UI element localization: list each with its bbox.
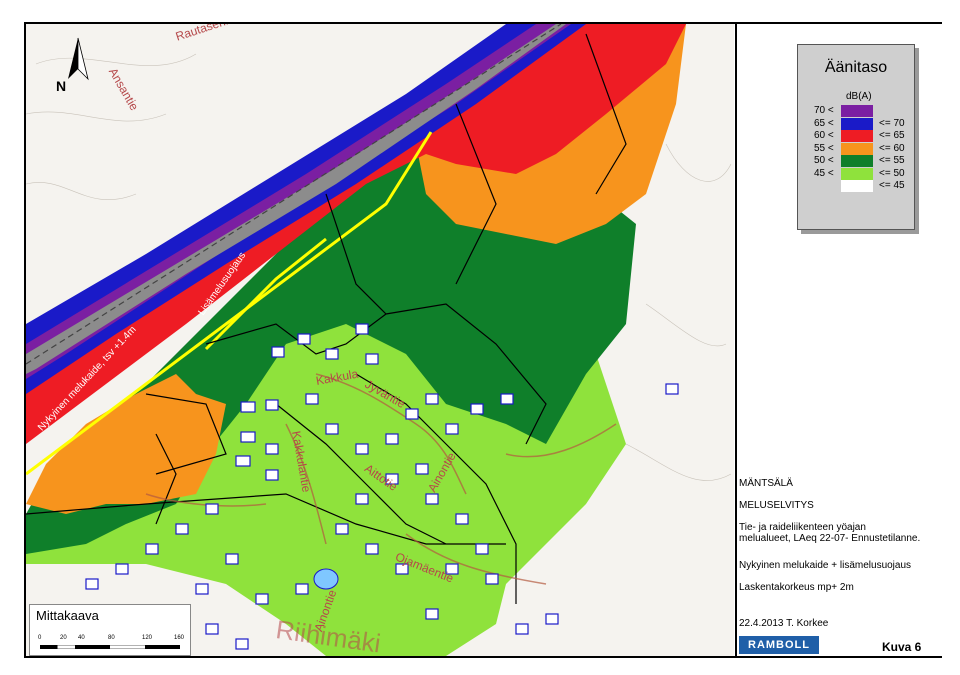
legend-swatch (841, 130, 873, 142)
legend-lower-bound: 50 < (814, 155, 834, 166)
legend-swatch (841, 142, 873, 155)
scale-title: Mittakaava (36, 608, 99, 623)
legend-upper-bound: <= 60 (879, 142, 905, 154)
legend-lower-bound: 55 < (814, 142, 834, 154)
description-line-3: Nykyinen melukaide + lisämelusuojaus (739, 560, 912, 571)
legend-lower-bound: 65 < (814, 117, 834, 129)
scale-tick: 40 (78, 635, 85, 641)
legend-row: <= 45 (798, 180, 914, 192)
noise-map[interactable]: N Rautasenkatu Ansantie Nykyinen melukai… (26, 24, 734, 656)
legend-row: 55 < <= 60 (798, 142, 914, 155)
scale-tick: 20 (60, 635, 67, 641)
legend-lower-bound: 45 < (814, 167, 834, 179)
scale-bar (40, 645, 180, 649)
description-line-1: Tie- ja raideliikenteen yöajan (739, 522, 866, 533)
legend-title: Äänitaso (824, 59, 888, 76)
legend-swatch (841, 180, 873, 192)
legend-unit: dB(A) (846, 91, 872, 102)
scale-tick: 160 (174, 635, 185, 641)
scale-bar-box: Mittakaava 0 20 40 80 120 160 (29, 604, 191, 656)
description-line-4: Laskentakorkeus mp+ 2m (739, 582, 854, 593)
report-title: MELUSELVITYS (739, 500, 814, 511)
legend-upper-bound: <= 50 (879, 167, 905, 179)
noise-map-svg (26, 24, 734, 656)
legend-swatch (841, 167, 873, 180)
legend-swatch (841, 155, 873, 167)
date-author: 22.4.2013 T. Korkee (739, 618, 829, 629)
scale-tick: 120 (142, 635, 153, 641)
legend-swatch (841, 117, 873, 130)
legend-row: 45 < <= 50 (798, 167, 914, 180)
north-label: N (56, 78, 67, 94)
legend-swatch (841, 105, 873, 117)
scale-tick: 0 (38, 635, 42, 641)
figure-number: Kuva 6 (882, 640, 922, 654)
legend-upper-bound: <= 70 (879, 117, 905, 129)
legend-row: 60 < <= 65 (798, 130, 914, 142)
legend-row: 70 < (798, 105, 914, 117)
legend-upper-bound: <= 55 (879, 155, 905, 166)
pond (313, 568, 339, 590)
scale-tick: 80 (108, 635, 115, 641)
legend-upper-bound: <= 65 (879, 130, 905, 141)
description-line-2: melualueet, LAeq 22-07- Ennustetilanne. (739, 533, 921, 544)
legend-row: 50 < <= 55 (798, 155, 914, 167)
legend-lower-bound: 70 < (814, 105, 834, 116)
legend-lower-bound: 60 < (814, 130, 834, 141)
legend-row: 65 < <= 70 (798, 117, 914, 130)
legend-upper-bound: <= 45 (879, 180, 905, 191)
ramboll-logo: RAMBOLL (739, 636, 819, 654)
place-name: MÄNTSÄLÄ (739, 478, 793, 489)
legend: Äänitaso dB(A) 70 <65 < <= 70 60 < <= 65 55 … (797, 44, 915, 230)
